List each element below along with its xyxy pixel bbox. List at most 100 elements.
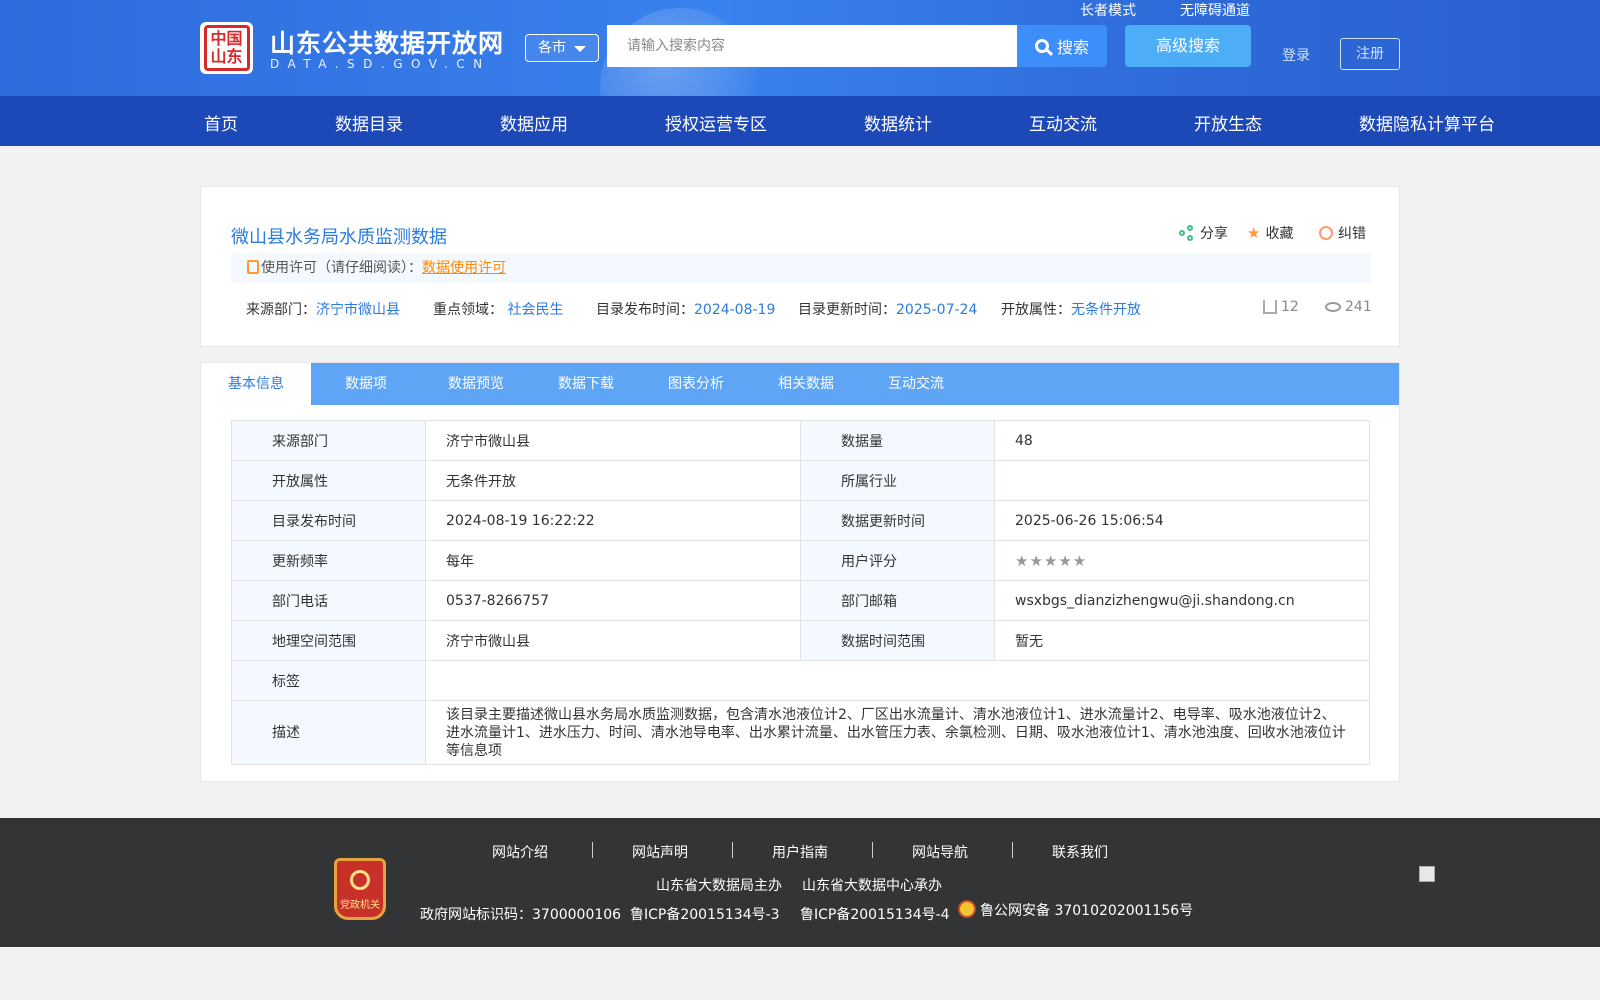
share-label: 分享	[1200, 226, 1228, 242]
tab-related-data[interactable]: 相关数据	[751, 363, 861, 405]
field-value: 2025-06-26 15:06:54	[994, 500, 1370, 541]
star-icon: ★	[1247, 224, 1261, 242]
correct-button[interactable]: 纠错	[1319, 223, 1366, 243]
tab-data-download[interactable]: 数据下载	[531, 363, 641, 405]
rating-stars-icon[interactable]: ★★★★★	[1015, 552, 1087, 570]
search-button[interactable]: 搜索	[1017, 25, 1107, 67]
view-count: 241	[1325, 299, 1372, 315]
license-link[interactable]: 数据使用许可	[422, 260, 506, 276]
download-icon	[1263, 300, 1277, 314]
field-value: wsxbgs_dianzizhengwu@ji.shandong.cn	[994, 580, 1370, 621]
nav-item-ecosystem[interactable]: 开放生态	[1194, 110, 1262, 135]
detail-panel: 基本信息 数据项 数据预览 数据下载 图表分析 相关数据 互动交流 来源部门 济…	[200, 362, 1400, 782]
field-value: 济宁市微山县	[425, 420, 801, 461]
login-link[interactable]: 登录	[1282, 45, 1310, 65]
tab-data-items[interactable]: 数据项	[311, 363, 421, 405]
site-footer: 党政机关 网站介绍 网站声明 用户指南 网站导航 联系我们 山东省大数据局主办 …	[0, 818, 1600, 947]
nav-item-privacy-computing[interactable]: 数据隐私计算平台	[1359, 110, 1495, 135]
footer-icp-3[interactable]: 鲁ICP备20015134号-3	[630, 904, 780, 924]
elderly-mode-link[interactable]: 长者模式	[1080, 0, 1136, 20]
search-icon	[1034, 39, 1049, 53]
footer-link-contact[interactable]: 联系我们	[1052, 842, 1108, 862]
field-value: 无条件开放	[425, 460, 801, 501]
meta-source-value[interactable]: 济宁市微山县	[316, 302, 400, 318]
divider	[1012, 842, 1013, 858]
broken-image-icon[interactable]	[1419, 866, 1435, 882]
meta-publish: 目录发布时间：2024-08-19	[596, 299, 775, 319]
share-button[interactable]: 分享	[1179, 223, 1228, 243]
nav-item-apps[interactable]: 数据应用	[500, 110, 568, 135]
police-badge-icon	[958, 900, 976, 918]
nav-item-stats[interactable]: 数据统计	[864, 110, 932, 135]
tab-basic-info[interactable]: 基本信息	[201, 363, 311, 405]
logo-seal-icon: 中国山东	[203, 25, 250, 71]
download-count: 12	[1263, 299, 1299, 315]
user-rating[interactable]: ★★★★★	[994, 540, 1370, 581]
accessibility-link[interactable]: 无障碍通道	[1180, 0, 1250, 20]
meta-domain: 重点领域： 社会民生	[433, 299, 563, 319]
error-report-icon	[1319, 226, 1333, 240]
view-count-value: 241	[1345, 299, 1372, 315]
tab-interaction[interactable]: 互动交流	[861, 363, 971, 405]
footer-link-sitemap[interactable]: 网站导航	[912, 842, 968, 862]
table-row: 部门电话 0537-8266757 部门邮箱 wsxbgs_dianzizhen…	[231, 580, 1370, 621]
meta-publish-label: 目录发布时间：	[596, 302, 694, 318]
site-domain: DATA.SD.GOV.CN	[270, 57, 491, 71]
correct-label: 纠错	[1338, 226, 1366, 242]
footer-link-guide[interactable]: 用户指南	[772, 842, 828, 862]
footer-police-text: 鲁公网安备 37010202001156号	[980, 903, 1194, 919]
nav-item-catalog[interactable]: 数据目录	[335, 110, 403, 135]
search-input[interactable]	[607, 25, 1018, 67]
divider	[732, 842, 733, 858]
field-label: 数据时间范围	[800, 620, 995, 661]
meta-update: 目录更新时间：2025-07-24	[798, 299, 977, 319]
field-label: 标签	[231, 660, 426, 701]
site-logo[interactable]: 中国山东	[200, 22, 253, 74]
table-row: 描述 该目录主要描述微山县水务局水质监测数据，包含清水池液位计2、厂区出水流量计…	[231, 700, 1370, 765]
footer-link-about[interactable]: 网站介绍	[492, 842, 548, 862]
download-count-value: 12	[1281, 299, 1299, 315]
tab-data-preview[interactable]: 数据预览	[421, 363, 531, 405]
site-header: 中国山东 山东公共数据开放网 DATA.SD.GOV.CN 各市 搜索 高级搜索…	[0, 0, 1600, 96]
meta-source: 来源部门：济宁市微山县	[246, 299, 400, 319]
dataset-title: 微山县水务局水质监测数据	[231, 227, 447, 248]
tab-bar: 基本信息 数据项 数据预览 数据下载 图表分析 相关数据 互动交流	[201, 363, 1399, 405]
field-value: 暂无	[994, 620, 1370, 661]
footer-organizer: 山东省大数据中心承办	[802, 878, 942, 894]
caret-down-icon	[574, 46, 586, 52]
footer-link-statement[interactable]: 网站声明	[632, 842, 688, 862]
field-value: 48	[994, 420, 1370, 461]
eye-icon	[1325, 302, 1341, 312]
meta-domain-label: 重点领域：	[433, 302, 503, 318]
nav-item-home[interactable]: 首页	[204, 110, 238, 135]
table-row: 目录发布时间 2024-08-19 16:22:22 数据更新时间 2025-0…	[231, 500, 1370, 541]
field-label: 数据更新时间	[800, 500, 995, 541]
party-gov-emblem-icon[interactable]: 党政机关	[334, 858, 386, 920]
table-row: 来源部门 济宁市微山县 数据量 48	[231, 420, 1370, 461]
register-button[interactable]: 注册	[1340, 38, 1400, 70]
search-button-label: 搜索	[1056, 38, 1089, 57]
description-value: 该目录主要描述微山县水务局水质监测数据，包含清水池液位计2、厂区出水流量计、清水…	[425, 700, 1370, 765]
book-icon	[247, 260, 259, 274]
advanced-search-button[interactable]: 高级搜索	[1125, 25, 1251, 67]
field-value: 2024-08-19 16:22:22	[425, 500, 801, 541]
nav-item-interaction[interactable]: 互动交流	[1029, 110, 1097, 135]
license-bar: 使用许可（请仔细阅读）：数据使用许可	[231, 253, 1371, 283]
favorite-button[interactable]: ★ 收藏	[1247, 223, 1293, 243]
table-row: 标签	[231, 660, 1370, 701]
city-select[interactable]: 各市	[525, 34, 599, 62]
nav-item-authorized-ops[interactable]: 授权运营专区	[665, 110, 767, 135]
divider	[872, 842, 873, 858]
field-label: 开放属性	[231, 460, 426, 501]
field-label: 地理空间范围	[231, 620, 426, 661]
footer-police-record[interactable]: 鲁公网安备 37010202001156号	[958, 900, 1193, 920]
meta-domain-value[interactable]: 社会民生	[507, 302, 563, 318]
field-label: 来源部门	[231, 420, 426, 461]
meta-publish-value: 2024-08-19	[694, 302, 776, 318]
meta-update-label: 目录更新时间：	[798, 302, 896, 318]
field-value: 0537-8266757	[425, 580, 801, 621]
field-label: 部门邮箱	[800, 580, 995, 621]
footer-icp-4[interactable]: 鲁ICP备20015134号-4	[800, 904, 950, 924]
tab-chart-analysis[interactable]: 图表分析	[641, 363, 751, 405]
meta-open-label: 开放属性：	[1001, 302, 1071, 318]
